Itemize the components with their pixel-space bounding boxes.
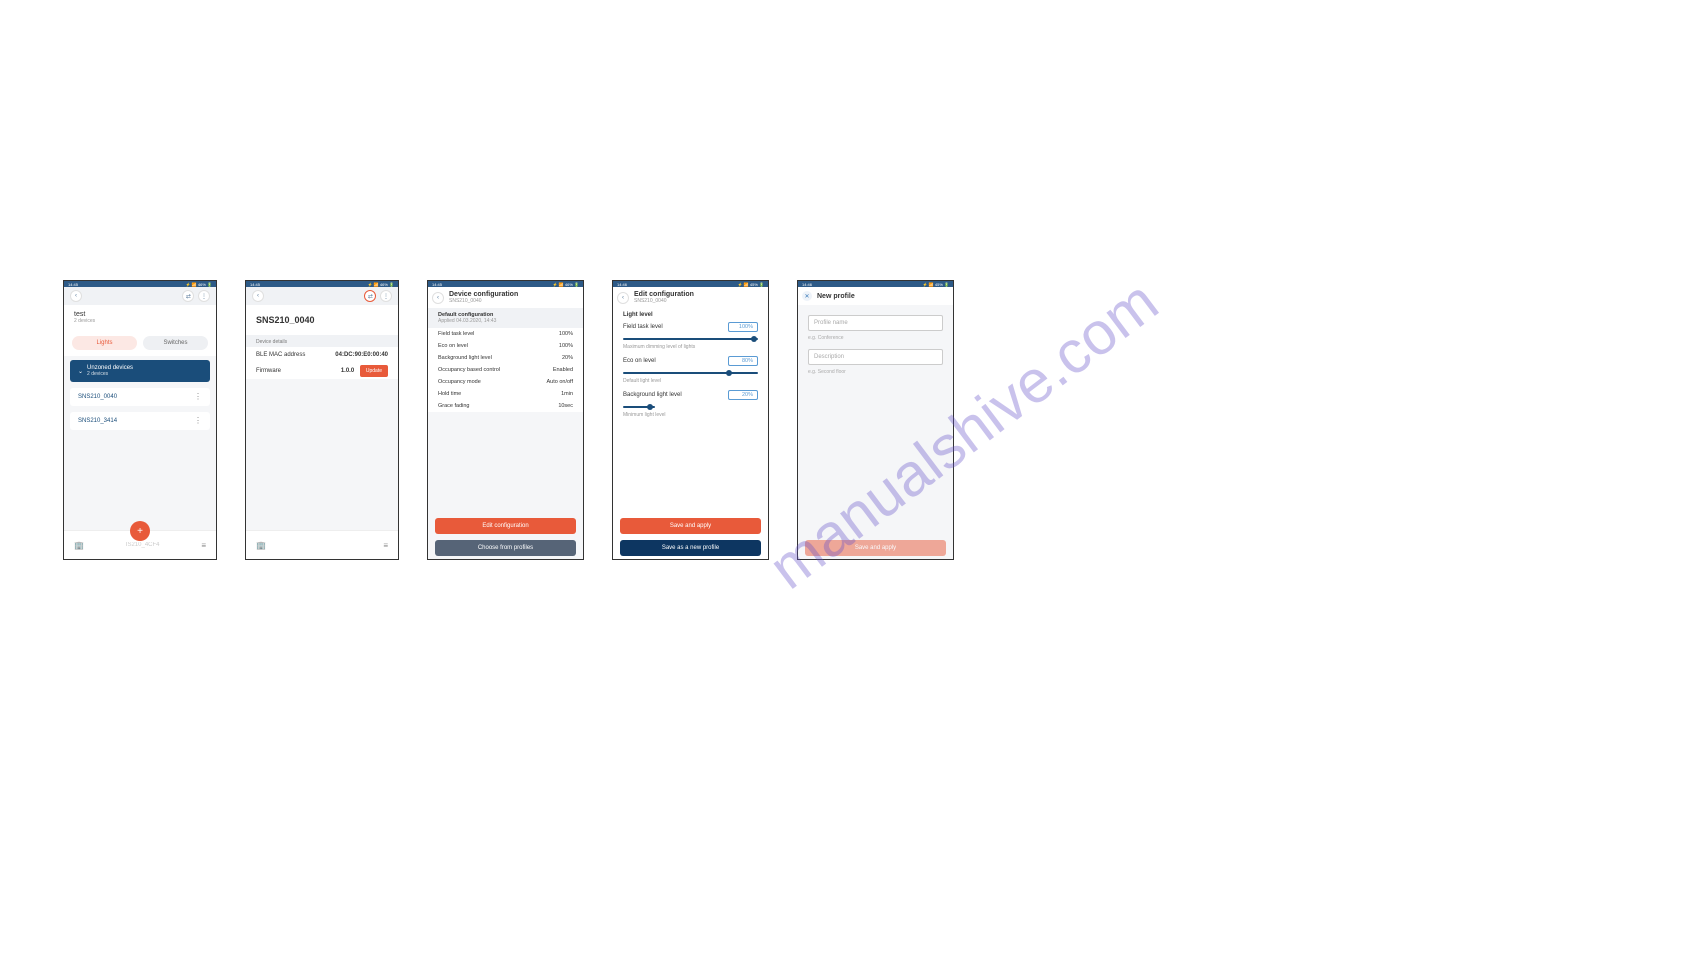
save-new-profile-button[interactable]: Save as a new profile <box>620 540 761 556</box>
tab-lights[interactable]: Lights <box>72 336 137 350</box>
back-button[interactable]: ‹ <box>70 290 82 302</box>
device-name-heading: SNS210_0040 <box>246 305 398 335</box>
screen-3-device-config: 14:45 ⚡ 📶 46% 🔋 ‹ Device configuration S… <box>427 280 584 560</box>
page-header: ✕ New profile <box>798 287 953 305</box>
field-task-slider[interactable] <box>623 335 758 343</box>
row-field-task: Field task level100% <box>428 328 583 340</box>
device-name: SNS210_0040 <box>78 394 117 400</box>
project-header: test 2 devices <box>64 305 216 330</box>
screen-2-device-detail: 14:45 ⚡ 📶 46% 🔋 ‹ ⇄ ⋮ SNS210_0040 Device… <box>245 280 399 560</box>
eco-value[interactable]: 80% <box>728 356 758 366</box>
bottom-snippet: IS210_4CF4 <box>126 542 160 548</box>
row-bg: Background light level20% <box>428 352 583 364</box>
profile-name-hint: e.g. Conference <box>808 335 943 341</box>
status-signal: ⚡ 📶 46% 🔋 <box>553 282 579 287</box>
row-occ-ctrl: Occupancy based controlEnabled <box>428 364 583 376</box>
mac-label: BLE MAC address <box>256 352 305 358</box>
device-menu-icon[interactable]: ⋮ <box>194 395 202 399</box>
bg-slider[interactable] <box>623 403 758 411</box>
choose-profiles-button[interactable]: Choose from profiles <box>435 540 576 556</box>
update-button[interactable]: Update <box>360 365 388 377</box>
page-title: Device configuration <box>449 291 518 298</box>
fw-value: 1.0.0 <box>341 368 354 374</box>
more-icon[interactable]: ⋮ <box>380 290 392 302</box>
section-light-level: Light level <box>613 308 768 319</box>
status-signal: ⚡ 📶 45% 🔋 <box>738 282 764 287</box>
device-item-1[interactable]: SNS210_0040 ⋮ <box>70 388 210 406</box>
device-menu-icon[interactable]: ⋮ <box>194 419 202 423</box>
app-bar: ‹ ⇄ ⋮ <box>64 287 216 305</box>
row-grace: Grace fading10sec <box>428 400 583 412</box>
status-signal: ⚡ 📶 45% 🔋 <box>923 282 949 287</box>
mac-value: 04:DC:90:E0:00:40 <box>335 352 388 358</box>
page-subtitle: SNS210_0040 <box>634 298 694 304</box>
sync-icon[interactable]: ⇄ <box>364 290 376 302</box>
edit-configuration-button[interactable]: Edit configuration <box>435 518 576 534</box>
row-mac: BLE MAC address 04:DC:90:E0:00:40 <box>246 347 398 363</box>
building-icon[interactable]: 🏢 <box>256 541 266 550</box>
fab-add-button[interactable]: + <box>130 521 150 541</box>
row-field-task: Field task level 100% <box>613 319 768 335</box>
tab-switches[interactable]: Switches <box>143 336 208 350</box>
section-device-details: Device details <box>246 335 398 347</box>
row-bg: Background light level 20% <box>613 387 768 403</box>
page-subtitle: SNS210_0040 <box>449 298 518 304</box>
bottom-bar: 🏢 ≡ <box>246 530 398 559</box>
applied-timestamp: Applied 04.03.2020, 14:43 <box>438 318 573 324</box>
row-firmware: Firmware 1.0.0 Update <box>246 363 398 379</box>
description-input[interactable]: Description <box>808 349 943 365</box>
back-button[interactable]: ‹ <box>617 292 629 304</box>
fw-label: Firmware <box>256 368 281 374</box>
row-occ-mode: Occupancy modeAuto on/off <box>428 376 583 388</box>
device-name: SNS210_3414 <box>78 418 117 424</box>
status-time: 14:45 <box>432 282 442 287</box>
back-button[interactable]: ‹ <box>432 292 444 304</box>
bottom-bar: 🏢 IS210_4CF4 + ≡ <box>64 530 216 559</box>
filter-icon[interactable]: ⇄ <box>182 290 194 302</box>
status-signal: ⚡ 📶 46% 🔋 <box>368 282 394 287</box>
row-hold: Hold time1min <box>428 388 583 400</box>
eco-hint: Default light level <box>613 377 768 387</box>
profile-name-input[interactable]: Profile name <box>808 315 943 331</box>
row-eco: Eco on level 80% <box>613 353 768 369</box>
app-bar: ‹ ⇄ ⋮ <box>246 287 398 305</box>
status-time: 14:46 <box>802 282 812 287</box>
page-title: New profile <box>817 293 855 300</box>
back-button[interactable]: ‹ <box>252 290 264 302</box>
save-apply-button[interactable]: Save and apply <box>620 518 761 534</box>
bg-hint: Minimum light level <box>613 411 768 421</box>
field-task-hint: Maximum dimming level of lights <box>613 343 768 353</box>
status-time: 14:45 <box>68 282 78 287</box>
status-time: 14:46 <box>617 282 627 287</box>
eco-slider[interactable] <box>623 369 758 377</box>
more-icon[interactable]: ⋮ <box>198 290 210 302</box>
device-item-2[interactable]: SNS210_3414 ⋮ <box>70 412 210 430</box>
menu-icon[interactable]: ≡ <box>201 541 206 550</box>
page-title: Edit configuration <box>634 291 694 298</box>
description-hint: e.g. Second floor <box>808 369 943 375</box>
screen-1-device-list: 14:45 ⚡ 📶 46% 🔋 ‹ ⇄ ⋮ test 2 devices Lig… <box>63 280 217 560</box>
status-signal: ⚡ 📶 46% 🔋 <box>186 282 212 287</box>
screen-5-new-profile: 14:46 ⚡ 📶 45% 🔋 ✕ New profile Profile na… <box>797 280 954 560</box>
building-icon[interactable]: 🏢 <box>74 541 84 550</box>
project-subtitle: 2 devices <box>74 318 206 324</box>
row-eco: Eco on level100% <box>428 340 583 352</box>
accordion-subtitle: 2 devices <box>87 371 133 377</box>
page-header: ‹ Device configuration SNS210_0040 <box>428 287 583 308</box>
save-apply-button[interactable]: Save and apply <box>805 540 946 556</box>
status-time: 14:45 <box>250 282 260 287</box>
chevron-down-icon: ⌄ <box>78 368 83 375</box>
menu-icon[interactable]: ≡ <box>383 541 388 550</box>
close-button[interactable]: ✕ <box>802 291 812 301</box>
unzoned-accordion[interactable]: ⌄ Unzoned devices 2 devices <box>70 360 210 382</box>
field-task-value[interactable]: 100% <box>728 322 758 332</box>
screen-4-edit-config: 14:46 ⚡ 📶 45% 🔋 ‹ Edit configuration SNS… <box>612 280 769 560</box>
bg-value[interactable]: 20% <box>728 390 758 400</box>
project-title: test <box>74 311 206 318</box>
page-header: ‹ Edit configuration SNS210_0040 <box>613 287 768 308</box>
